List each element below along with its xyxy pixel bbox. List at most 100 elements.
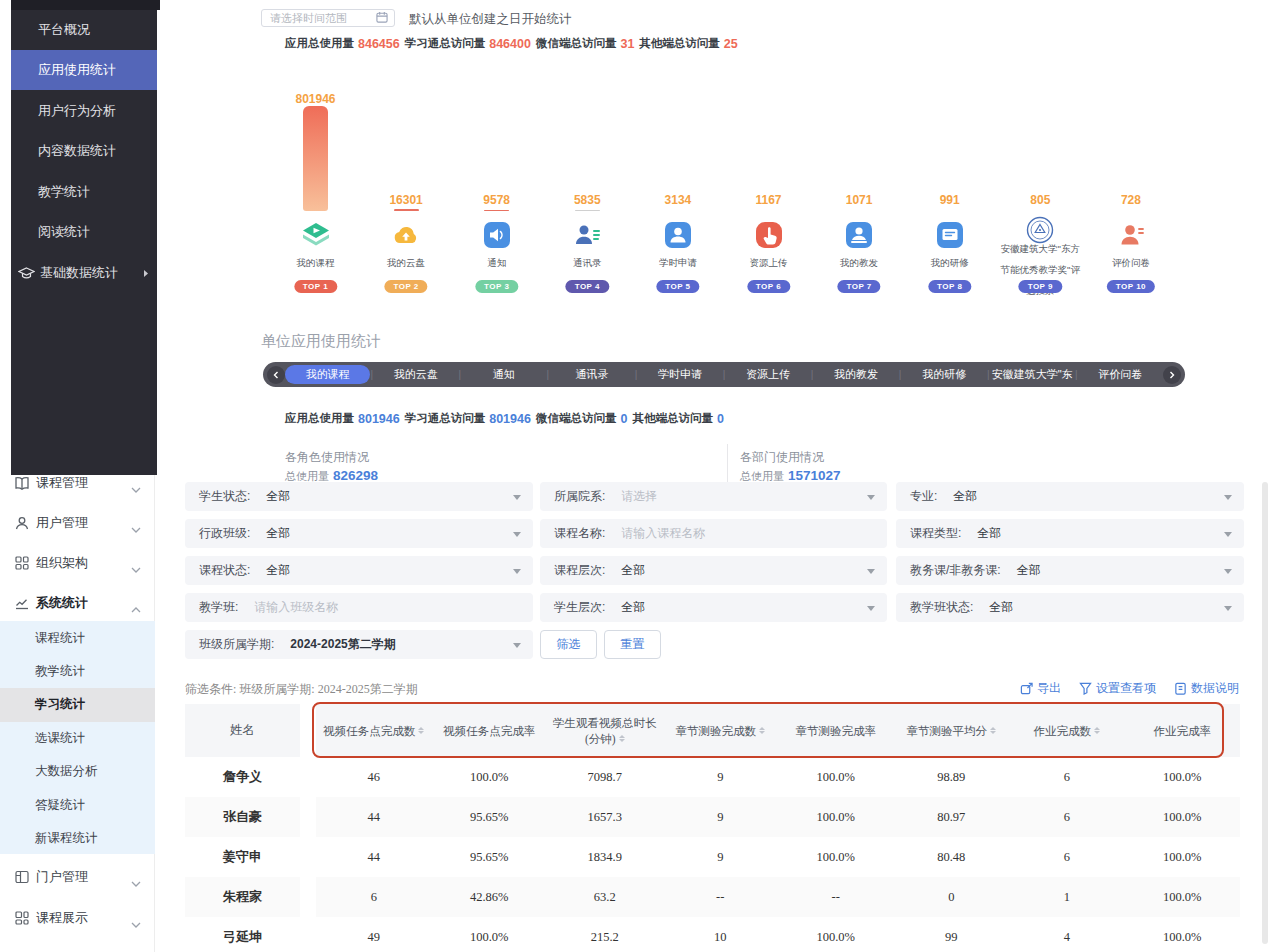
column-header-9[interactable]: 作业完成率 — [1125, 704, 1241, 757]
bar — [303, 106, 328, 211]
submenu-item-4[interactable]: 选课统计 — [0, 721, 155, 755]
tab-1[interactable]: 我的课程 — [285, 365, 370, 384]
course-icon — [302, 221, 330, 249]
sort-icon[interactable] — [418, 727, 424, 734]
summary-label: 学习通总访问量 — [405, 36, 486, 51]
filter-select[interactable]: 教务课/非教务课:全部 — [896, 556, 1244, 585]
flyout-item-6[interactable]: 阅读统计 — [11, 212, 157, 252]
summary-label: 学习通总访问量 — [405, 411, 486, 426]
summary-value: 0 — [717, 412, 724, 426]
table-cell: 7098.7 — [547, 757, 663, 797]
scrollbar-thumb[interactable] — [1262, 482, 1268, 944]
filter-apply-button[interactable]: 筛选 — [540, 630, 597, 659]
tab-scroll-left[interactable] — [267, 366, 285, 384]
tab-9[interactable]: 安徽建筑大学"东 — [990, 365, 1075, 384]
sidebar-item-3[interactable]: 组织架构 — [0, 543, 155, 583]
table-cell: 9 — [663, 837, 779, 877]
tab-6[interactable]: 资源上传 — [725, 365, 810, 384]
sort-icon[interactable] — [619, 735, 625, 742]
tab-5[interactable]: 学时申请 — [637, 365, 722, 384]
flyout-item-5[interactable]: 教学统计 — [11, 172, 157, 212]
filter-reset-button[interactable]: 重置 — [604, 630, 661, 659]
filter-select[interactable]: 班级所属学期:2024-2025第二学期 — [185, 630, 533, 659]
bar — [394, 209, 419, 211]
flyout-item-2[interactable]: 应用使用统计 — [11, 50, 157, 90]
flyout-item-3[interactable]: 用户行为分析 — [11, 91, 157, 131]
unit-section-title: 单位应用使用统计 — [261, 332, 381, 351]
tab-scroll-right[interactable] — [1163, 366, 1181, 384]
top-badge: TOP 9 — [1019, 280, 1062, 293]
summary-unit: 应用总使用量801946学习通总访问量801946微信端总访问量0其他端总访问量… — [285, 411, 729, 426]
column-header-4[interactable]: 学生观看视频总时长(分钟) — [547, 704, 663, 757]
column-header-6[interactable]: 章节测验完成率 — [778, 704, 894, 757]
table-cell: 46 — [316, 757, 432, 797]
sort-icon[interactable] — [990, 727, 996, 734]
column-header-name[interactable]: 姓名 — [185, 704, 300, 757]
submenu-item-3[interactable]: 学习统计 — [0, 688, 155, 722]
column-header-2[interactable]: 视频任务点完成数 — [316, 704, 432, 757]
dept-panel-title: 各部门使用情况 — [740, 449, 824, 466]
table-cell: 1 — [1009, 877, 1125, 917]
tab-3[interactable]: 通知 — [461, 365, 546, 384]
main-content: 请选择时间范围 默认从单位创建之日开始统计 应用总使用量846456学习通总访问… — [155, 0, 1269, 952]
filter-input[interactable]: 教学班:请输入班级名称 — [185, 593, 533, 622]
filter-select[interactable]: 课程状态:全部 — [185, 556, 533, 585]
teach-icon — [845, 221, 873, 249]
submenu-item-6[interactable]: 答疑统计 — [0, 788, 155, 822]
filter-select[interactable]: 课程类型:全部 — [896, 519, 1244, 548]
app-label: 我的云盘 — [361, 257, 452, 270]
chevron-down-icon — [131, 479, 141, 497]
column-header-7[interactable]: 章节测验平均分 — [894, 704, 1010, 757]
flyout-item-1[interactable]: 平台概况 — [11, 10, 157, 50]
table-cell: 100.0% — [778, 917, 894, 952]
filter-select[interactable]: 专业:全部 — [896, 482, 1244, 511]
tab-10[interactable]: 评价问卷 — [1078, 365, 1163, 384]
date-range-input[interactable]: 请选择时间范围 — [261, 9, 395, 27]
submenu-item-5[interactable]: 大数据分析 — [0, 755, 155, 789]
table-cell: 100.0% — [1125, 757, 1241, 797]
table-cell: 215.2 — [547, 917, 663, 952]
top-badge: TOP 10 — [1107, 280, 1155, 293]
app-label: 资源上传 — [723, 257, 814, 270]
chart-column-8: 991我的研修TOP 8 — [904, 88, 995, 300]
table-row: 642.86%63.2----01100.0% — [316, 877, 1240, 917]
summary-top: 应用总使用量846456学习通总访问量846400微信端总访问量31其他端总访问… — [285, 36, 743, 51]
column-header-5[interactable]: 章节测验完成数 — [663, 704, 779, 757]
summary-label: 微信端总访问量 — [536, 411, 617, 426]
dropdown-arrow-icon — [513, 643, 521, 648]
tab-2[interactable]: 我的云盘 — [373, 365, 458, 384]
filter-select[interactable]: 行政班级:全部 — [185, 519, 533, 548]
submenu-item-7[interactable]: 新课程统计 — [0, 821, 155, 855]
filter-select[interactable]: 教学班状态:全部 — [896, 593, 1244, 622]
submenu-item-1[interactable]: 课程统计 — [0, 621, 155, 655]
action-1[interactable]: 导出 — [1020, 680, 1061, 697]
top-badge: TOP 3 — [475, 280, 518, 293]
sidebar-item-4[interactable]: 系统统计 — [0, 583, 155, 623]
filter-select[interactable]: 课程层次:全部 — [540, 556, 887, 585]
action-3[interactable]: 数据说明 — [1174, 680, 1239, 697]
column-header-8[interactable]: 作业完成数 — [1009, 704, 1125, 757]
sort-icon[interactable] — [759, 727, 765, 734]
app-tabbar: 我的课程|我的云盘|通知|通讯录|学时申请|资源上传|我的教发|我的研修|安徽建… — [263, 362, 1185, 387]
sidebar-item-5[interactable]: 门户管理 — [0, 857, 155, 897]
filter-select[interactable]: 学生状态:全部 — [185, 482, 533, 511]
tab-7[interactable]: 我的教发 — [813, 365, 898, 384]
tab-4[interactable]: 通讯录 — [549, 365, 634, 384]
chevron-up-icon — [131, 599, 141, 617]
flyout-item-basic-data[interactable]: 基础数据统计 — [11, 253, 157, 293]
flyout-item-4[interactable]: 内容数据统计 — [11, 131, 157, 171]
filter-select[interactable]: 学生层次:全部 — [540, 593, 887, 622]
dropdown-arrow-icon — [1224, 606, 1232, 611]
filter-input[interactable]: 课程名称:请输入课程名称 — [540, 519, 887, 548]
sidebar-item-6[interactable]: 课程展示 — [0, 898, 155, 938]
action-2[interactable]: 设置查看项 — [1079, 680, 1156, 697]
submenu-item-2[interactable]: 教学统计 — [0, 654, 155, 688]
app-label: 评价问卷 — [1085, 257, 1176, 270]
column-header-3[interactable]: 视频任务点完成率 — [432, 704, 548, 757]
sort-icon[interactable] — [1094, 727, 1100, 734]
tab-8[interactable]: 我的研修 — [901, 365, 986, 384]
sidebar-item-2[interactable]: 用户管理 — [0, 503, 155, 543]
table-cell: 9 — [663, 797, 779, 837]
filter-select[interactable]: 所属院系:请选择 — [540, 482, 887, 511]
bar-value: 991 — [904, 193, 995, 207]
